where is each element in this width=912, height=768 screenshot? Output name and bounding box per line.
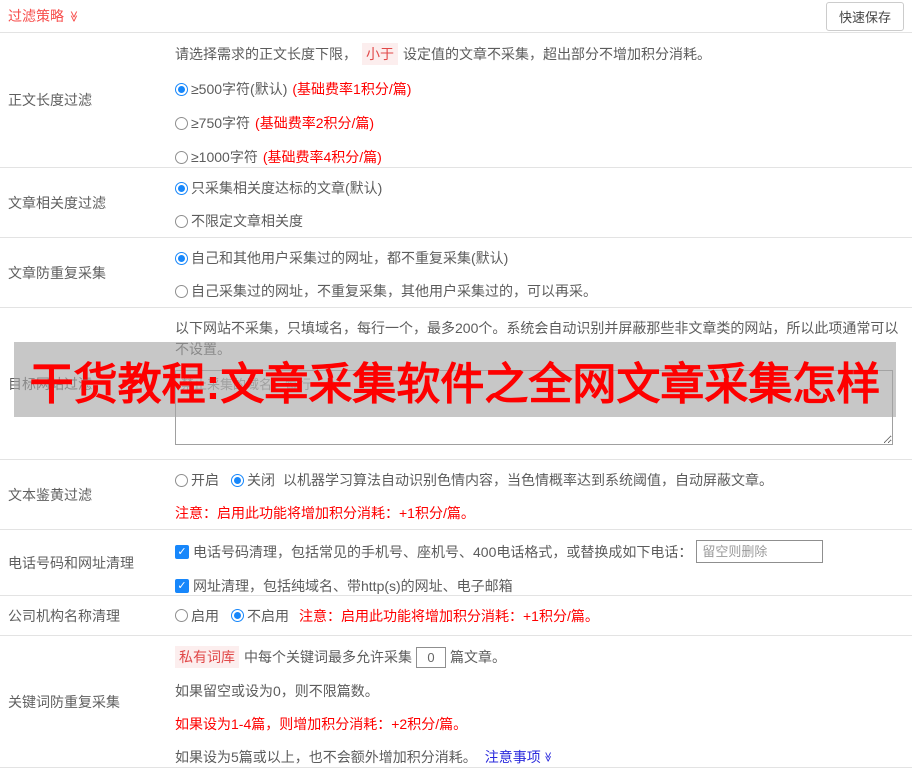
length-intro: 请选择需求的正文长度下限， 小于 设定值的文章不采集，超出部分不增加积分消耗。 bbox=[175, 43, 904, 65]
porn-off-label[interactable]: 关闭 bbox=[247, 470, 275, 490]
radio-icon[interactable] bbox=[175, 284, 188, 298]
row-target-site-filter: 目标网站过滤 以下网站不采集，只填域名，每行一个，最多200个。系统会自动识别并… bbox=[0, 308, 912, 460]
radio-icon[interactable] bbox=[175, 116, 188, 130]
option-fee-note: (基础费率1积分/篇) bbox=[292, 81, 412, 97]
dedup-option-global[interactable]: 自己和其他用户采集过的网址，都不重复采集(默认) bbox=[175, 248, 904, 268]
radio-icon[interactable] bbox=[175, 214, 188, 228]
row-content: 开启 关闭 以机器学习算法自动识别色情内容，当色情概率达到系统阈值，自动屏蔽文章… bbox=[175, 460, 912, 529]
max-articles-input[interactable] bbox=[416, 646, 446, 668]
relevance-option-any[interactable]: 不限定文章相关度 bbox=[175, 211, 904, 231]
length-option-1000[interactable]: ≥1000字符 (基础费率4积分/篇) bbox=[175, 147, 904, 167]
radio-icon[interactable] bbox=[175, 609, 188, 622]
row-content: 以下网站不采集，只填域名，每行一个，最多200个。系统会自动识别并屏蔽那些非文章… bbox=[175, 308, 912, 459]
chevron-down-icon: ≫ bbox=[542, 751, 554, 763]
target-site-intro: 以下网站不采集，只填域名，每行一个，最多200个。系统会自动识别并屏蔽那些非文章… bbox=[175, 320, 899, 357]
checkbox-checked-icon[interactable]: ✓ bbox=[175, 579, 189, 593]
keyword-note-cost: 如果设为1-4篇，则增加积分消耗：+2积分/篇。 bbox=[175, 716, 468, 732]
limit-text-before: 中每个关键词最多允许采集 bbox=[244, 649, 412, 665]
intro-text-after: 设定值的文章不采集，超出部分不增加积分消耗。 bbox=[403, 46, 711, 62]
phone-clean-label: 电话号码清理，包括常见的手机号、座机号、400电话格式，或替换成如下电话： bbox=[193, 543, 693, 560]
row-label: 正文长度过滤 bbox=[8, 92, 92, 108]
porn-filter-note: 注意：启用此功能将增加积分消耗：+1积分/篇。 bbox=[175, 505, 475, 521]
notice-link-label: 注意事项 bbox=[484, 749, 541, 765]
phone-clean-line: ✓ 电话号码清理，包括常见的手机号、座机号、400电话格式，或替换成如下电话： bbox=[175, 540, 904, 563]
intro-text-before: 请选择需求的正文长度下限， bbox=[175, 46, 357, 62]
relevance-option-strict[interactable]: 只采集相关度达标的文章(默认) bbox=[175, 178, 904, 198]
radio-icon[interactable] bbox=[231, 473, 244, 487]
row-content: 私有词库 中每个关键词最多允许采集 篇文章。 如果留空或设为0，则不限篇数。 如… bbox=[175, 636, 912, 767]
row-label: 电话号码和网址清理 bbox=[8, 554, 134, 571]
option-label: ≥500字符(默认) bbox=[191, 81, 288, 97]
company-off-label[interactable]: 不启用 bbox=[247, 606, 289, 626]
row-content: 请选择需求的正文长度下限， 小于 设定值的文章不采集，超出部分不增加积分消耗。 ≥5… bbox=[175, 33, 912, 167]
row-phone-url-clean: 电话号码和网址清理 ✓ 电话号码清理，包括常见的手机号、座机号、400电话格式，… bbox=[0, 530, 912, 596]
company-on-label[interactable]: 启用 bbox=[191, 606, 219, 626]
row-label: 文本鉴黄过滤 bbox=[8, 486, 92, 503]
filter-strategy-page: 过滤策略 ≫ 快速保存 正文长度过滤 请选择需求的正文长度下限， 小于 设定值的文章… bbox=[0, 0, 912, 768]
company-clean-options: 启用 不启用 注意：启用此功能将增加积分消耗：+1积分/篇。 bbox=[175, 606, 599, 626]
row-label: 目标网站过滤 bbox=[8, 375, 92, 392]
row-company-clean: 公司机构名称清理 启用 不启用 注意：启用此功能将增加积分消耗：+1积分/篇。 bbox=[0, 596, 912, 636]
less-than-highlight: 小于 bbox=[362, 43, 398, 65]
chevron-down-icon: ≫ bbox=[67, 10, 80, 22]
option-label: ≥750字符 bbox=[191, 115, 251, 131]
row-label: 公司机构名称清理 bbox=[8, 607, 120, 624]
row-body-length-filter: 正文长度过滤 请选择需求的正文长度下限， 小于 设定值的文章不采集，超出部分不增加积… bbox=[0, 33, 912, 168]
url-clean-label: 网址清理，包括纯域名、带http(s)的网址、电子邮箱 bbox=[193, 578, 513, 594]
radio-icon[interactable] bbox=[175, 82, 188, 96]
porn-filter-options: 开启 关闭 以机器学习算法自动识别色情内容，当色情概率达到系统阈值，自动屏蔽文章… bbox=[175, 470, 904, 490]
replacement-phone-input[interactable] bbox=[696, 540, 824, 563]
row-dedup-collection: 文章防重复采集 自己和其他用户采集过的网址，都不重复采集(默认) 自己采集过的网… bbox=[0, 238, 912, 308]
row-label: 关键词防重复采集 bbox=[8, 693, 120, 710]
row-content: 只采集相关度达标的文章(默认) 不限定文章相关度 bbox=[175, 168, 912, 237]
porn-filter-desc: 以机器学习算法自动识别色情内容，当色情概率达到系统阈值，自动屏蔽文章。 bbox=[283, 472, 773, 488]
radio-icon[interactable] bbox=[175, 150, 188, 164]
option-label: 只采集相关度达标的文章(默认) bbox=[191, 180, 383, 196]
row-content: 自己和其他用户采集过的网址，都不重复采集(默认) 自己采集过的网址，不重复采集，… bbox=[175, 238, 912, 307]
length-option-750[interactable]: ≥750字符 (基础费率2积分/篇) bbox=[175, 113, 904, 133]
length-option-500[interactable]: ≥500字符(默认) (基础费率1积分/篇) bbox=[175, 79, 904, 99]
row-label: 文章相关度过滤 bbox=[8, 194, 106, 211]
private-lexicon-tag: 私有词库 bbox=[175, 646, 239, 668]
row-relevance-filter: 文章相关度过滤 只采集相关度达标的文章(默认) 不限定文章相关度 bbox=[0, 168, 912, 238]
limit-text-after: 篇文章。 bbox=[450, 649, 506, 665]
url-clean-line: ✓ 网址清理，包括纯域名、带http(s)的网址、电子邮箱 bbox=[175, 576, 904, 596]
option-fee-note: (基础费率2积分/篇) bbox=[255, 115, 375, 131]
checkbox-checked-icon[interactable]: ✓ bbox=[175, 544, 189, 559]
dedup-option-self[interactable]: 自己采集过的网址，不重复采集，其他用户采集过的，可以再采。 bbox=[175, 281, 904, 301]
option-label: ≥1000字符 bbox=[191, 149, 258, 165]
section-title-toggle[interactable]: 过滤策略 ≫ bbox=[8, 6, 79, 26]
option-label: 不限定文章相关度 bbox=[191, 213, 303, 229]
page-title: 过滤策略 bbox=[8, 8, 64, 24]
keyword-note-unlimited: 如果留空或设为0，则不限篇数。 bbox=[175, 683, 379, 699]
note-text: 如果设为5篇或以上，也不会额外增加积分消耗。 bbox=[175, 749, 477, 765]
row-label: 文章防重复采集 bbox=[8, 264, 106, 281]
radio-icon[interactable] bbox=[231, 609, 244, 622]
radio-icon[interactable] bbox=[175, 181, 188, 195]
radio-icon[interactable] bbox=[175, 473, 188, 487]
quick-save-button[interactable]: 快速保存 bbox=[825, 1, 904, 31]
option-label: 自己和其他用户采集过的网址，都不重复采集(默认) bbox=[191, 250, 509, 266]
option-fee-note: (基础费率4积分/篇) bbox=[262, 149, 382, 165]
row-porn-filter: 文本鉴黄过滤 开启 关闭 以机器学习算法自动识别色情内容，当色情概率达到系统阈值… bbox=[0, 460, 912, 530]
row-content: ✓ 电话号码清理，包括常见的手机号、座机号、400电话格式，或替换成如下电话： … bbox=[175, 530, 912, 595]
notice-link[interactable]: 注意事项 ≫ bbox=[484, 747, 554, 767]
porn-on-label[interactable]: 开启 bbox=[191, 470, 219, 490]
row-keyword-dedup: 关键词防重复采集 私有词库 中每个关键词最多允许采集 篇文章。 如果留空或设为0… bbox=[0, 636, 912, 768]
keyword-note-five-plus: 如果设为5篇或以上，也不会额外增加积分消耗。 注意事项 ≫ bbox=[175, 747, 904, 767]
keyword-limit-line: 私有词库 中每个关键词最多允许采集 篇文章。 bbox=[175, 646, 904, 668]
company-clean-note: 注意：启用此功能将增加积分消耗：+1积分/篇。 bbox=[299, 607, 599, 624]
page-header: 过滤策略 ≫ 快速保存 bbox=[0, 0, 912, 33]
option-label: 自己采集过的网址，不重复采集，其他用户采集过的，可以再采。 bbox=[191, 283, 597, 299]
blocked-domains-textarea[interactable] bbox=[175, 370, 893, 445]
row-content: 启用 不启用 注意：启用此功能将增加积分消耗：+1积分/篇。 bbox=[175, 596, 912, 635]
radio-icon[interactable] bbox=[175, 251, 188, 265]
